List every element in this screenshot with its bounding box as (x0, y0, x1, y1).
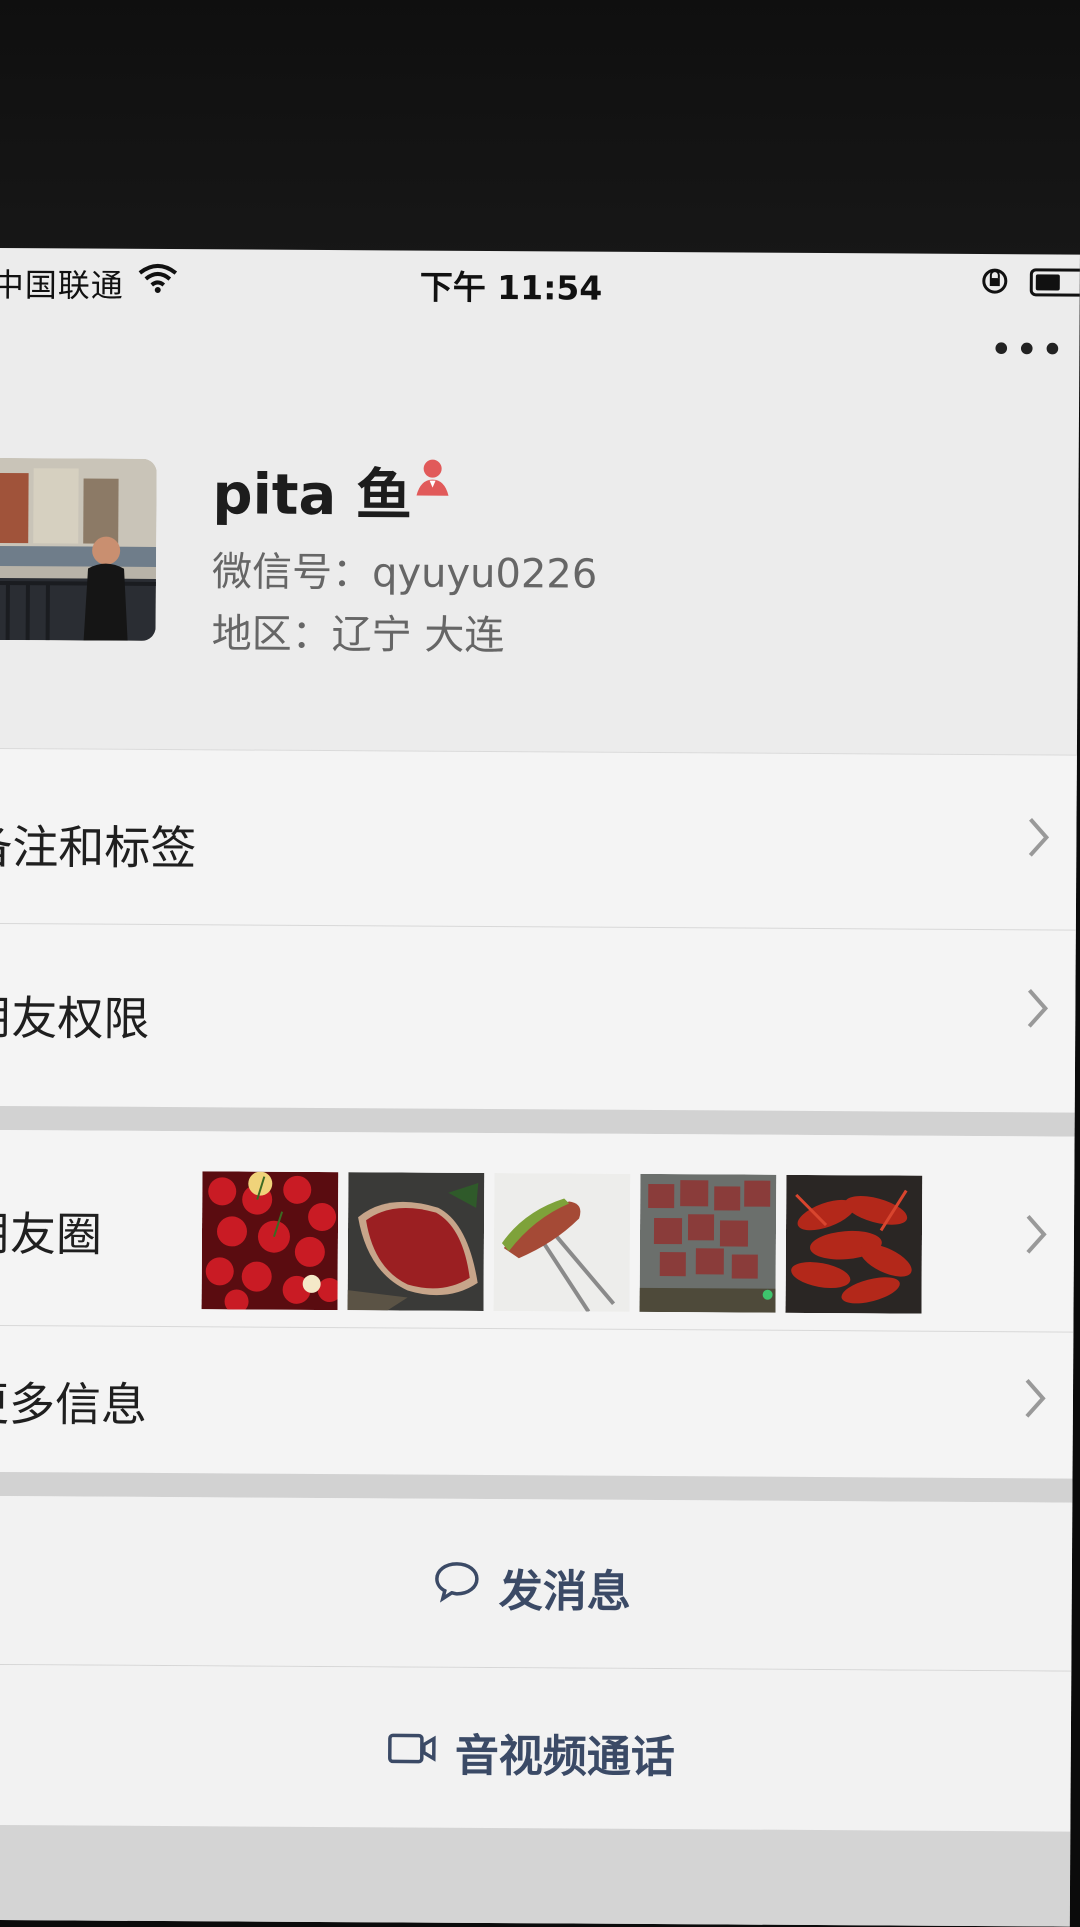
region: 地区：辽宁 大连 (211, 601, 504, 661)
moments-thumbnails (202, 1171, 923, 1313)
chevron-right-icon (1023, 1376, 1047, 1424)
chevron-right-icon (1024, 1212, 1048, 1260)
moments-thumbnail-steak (348, 1172, 485, 1311)
row-label: 备注和标签 (0, 811, 197, 878)
wifi-icon (138, 263, 178, 297)
bottom-area (0, 1825, 1070, 1927)
contact-settings-group: 备注和标签 朋友权限 (0, 748, 1077, 1113)
battery-icon (1030, 268, 1080, 296)
female-icon (410, 456, 454, 504)
phone-screen: 中国联通 下午 11:54 ••• (0, 248, 1080, 1927)
video-camera-icon (387, 1726, 437, 1777)
background-desk (0, 0, 1080, 258)
video-call-button[interactable]: 音视频通话 (0, 1665, 1071, 1832)
row-more-info[interactable]: 更多信息 (0, 1326, 1073, 1479)
wechat-id: 微信号：qyuyu0226 (212, 539, 598, 599)
contact-info-group: 朋友圈 (0, 1130, 1075, 1479)
moments-thumbnail-skewer (494, 1173, 631, 1312)
battery-level (1036, 274, 1060, 290)
row-label: 朋友权限 (0, 982, 150, 1049)
row-friend-permissions[interactable]: 朋友权限 (0, 924, 1076, 1113)
chevron-right-icon (1025, 986, 1049, 1034)
status-bar: 中国联通 下午 11:54 (0, 248, 1080, 317)
chat-bubble-icon (433, 1559, 481, 1614)
avatar[interactable] (0, 458, 157, 641)
chevron-right-icon (1026, 815, 1050, 863)
more-options-button[interactable]: ••• (989, 340, 1066, 360)
send-message-label: 发消息 (499, 1555, 631, 1620)
carrier-name: 中国联通 (0, 260, 124, 307)
moments-thumbnail-beef-cubes (640, 1174, 777, 1313)
row-label: 更多信息 (0, 1368, 147, 1435)
more-dots-icon: ••• (989, 327, 1066, 373)
send-message-button[interactable]: 发消息 (0, 1496, 1072, 1672)
moments-thumbnail-cherries (202, 1171, 339, 1310)
video-call-label: 音视频通话 (455, 1720, 675, 1785)
clock: 下午 11:54 (420, 261, 603, 310)
row-moments[interactable]: 朋友圈 (0, 1130, 1075, 1333)
row-label: 朋友圈 (0, 1198, 102, 1265)
profile-name: pita 鱼 (212, 449, 412, 531)
moments-thumbnail-crayfish (786, 1175, 923, 1314)
row-remarks-and-tags[interactable]: 备注和标签 (0, 748, 1077, 931)
rotation-lock-icon (980, 266, 1010, 296)
